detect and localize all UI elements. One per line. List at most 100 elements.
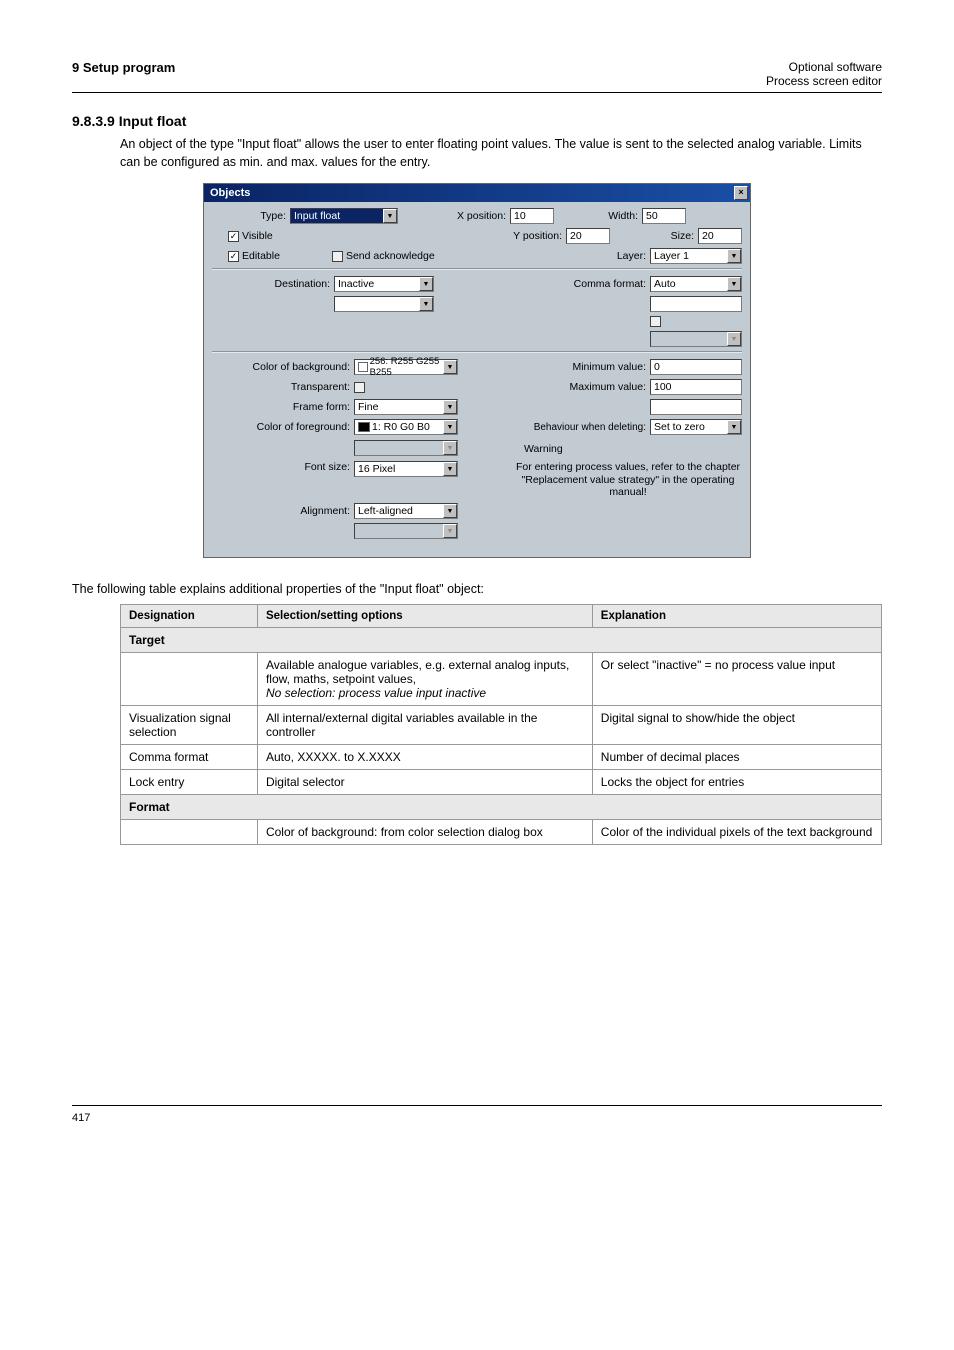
align-value: Left-aligned xyxy=(358,505,413,517)
fontsize-select[interactable]: 16 Pixel ▼ xyxy=(354,461,458,477)
lock-sub-select: ▼ xyxy=(650,331,742,347)
table-section: Target xyxy=(121,628,882,653)
min-value: 0 xyxy=(654,361,660,373)
header-right-bottom: Process screen editor xyxy=(766,74,882,88)
size-input[interactable]: 20 xyxy=(698,228,742,244)
layer-value: Layer 1 xyxy=(654,250,689,262)
xpos-input[interactable]: 10 xyxy=(510,208,554,224)
width-value: 50 xyxy=(646,210,658,222)
comma-value: Auto xyxy=(654,278,676,290)
checkbox-empty-icon xyxy=(332,251,343,262)
visible-label: Visible xyxy=(242,230,273,242)
behavior-value: Set to zero xyxy=(654,421,705,433)
warning-text: For entering process values, refer to th… xyxy=(514,461,742,499)
behavior-select[interactable]: Set to zero ▼ xyxy=(650,419,742,435)
ypos-value: 20 xyxy=(570,230,582,242)
objects-dialog: Objects × Type: Input float ▼ X position… xyxy=(203,183,751,558)
page-number: 417 xyxy=(72,1112,90,1124)
chevron-down-icon: ▼ xyxy=(443,420,457,434)
th-designation: Designation xyxy=(121,605,258,628)
table-cell-selection: Color of background: from color selectio… xyxy=(257,820,592,845)
chevron-down-icon: ▼ xyxy=(383,209,397,223)
chevron-down-icon: ▼ xyxy=(419,277,433,291)
size-label: Size: xyxy=(654,230,694,242)
table-cell-explanation: Digital signal to show/hide the object xyxy=(592,706,881,745)
table-cell-designation: Comma format xyxy=(121,745,258,770)
align-sub-select: ▼ xyxy=(354,523,458,539)
min-label: Minimum value: xyxy=(566,361,646,373)
colorfg-select[interactable]: 1: R0 G0 B0 ▼ xyxy=(354,419,458,435)
transparent-checkbox[interactable] xyxy=(354,382,368,393)
xpos-value: 10 xyxy=(514,210,526,222)
chevron-down-icon: ▼ xyxy=(443,400,457,414)
align-label: Alignment: xyxy=(212,505,350,517)
table-cell-designation: Lock entry xyxy=(121,770,258,795)
chevron-down-icon: ▼ xyxy=(443,360,457,374)
chevron-down-icon: ▼ xyxy=(727,249,741,263)
align-select[interactable]: Left-aligned ▼ xyxy=(354,503,458,519)
close-icon[interactable]: × xyxy=(734,186,748,200)
chevron-down-icon: ▼ xyxy=(727,332,741,346)
max-input[interactable]: 100 xyxy=(650,379,742,395)
table-cell-designation xyxy=(121,653,258,706)
chevron-down-icon: ▼ xyxy=(727,420,741,434)
table-cell-selection: Auto, XXXXX. to X.XXXX xyxy=(257,745,592,770)
checkbox-empty-icon xyxy=(650,316,661,327)
header-right-top: Optional software xyxy=(766,60,882,74)
colorfg-value: 1: R0 G0 B0 xyxy=(372,421,430,433)
xpos-label: X position: xyxy=(450,210,506,222)
colorfg-label: Color of foreground: xyxy=(212,421,350,433)
ypos-label: Y position: xyxy=(506,230,562,242)
size-value: 20 xyxy=(702,230,714,242)
layer-select[interactable]: Layer 1 ▼ xyxy=(650,248,742,264)
table-cell-explanation: Or select "inactive" = no process value … xyxy=(592,653,881,706)
limit-extra-input[interactable] xyxy=(650,399,742,415)
table-cell-explanation: Color of the individual pixels of the te… xyxy=(592,820,881,845)
width-label: Width: xyxy=(598,210,638,222)
colorbg-value: 256: R255 G255 B255 xyxy=(370,356,441,378)
max-label: Maximum value: xyxy=(566,381,646,393)
table-cell-explanation: Locks the object for entries xyxy=(592,770,881,795)
frame-label: Frame form: xyxy=(212,401,350,413)
page-footer: 417 xyxy=(72,1105,882,1124)
fontsize-value: 16 Pixel xyxy=(358,463,395,475)
destination-select[interactable]: Inactive ▼ xyxy=(334,276,434,292)
color-swatch-icon xyxy=(358,362,368,372)
checkbox-empty-icon xyxy=(354,382,365,393)
editable-checkbox[interactable]: ✓ Editable xyxy=(228,250,280,262)
frame-value: Fine xyxy=(358,401,378,413)
max-value: 100 xyxy=(654,381,672,393)
sendack-label: Send acknowledge xyxy=(346,250,435,262)
dialog-titlebar: Objects × xyxy=(204,184,750,202)
chevron-down-icon: ▼ xyxy=(443,524,457,538)
section-intro: An object of the type "Input float" allo… xyxy=(120,135,882,171)
type-select[interactable]: Input float ▼ xyxy=(290,208,398,224)
table-cell-designation xyxy=(121,820,258,845)
lock-checkbox[interactable] xyxy=(650,316,664,327)
th-explanation: Explanation xyxy=(592,605,881,628)
comma-select[interactable]: Auto ▼ xyxy=(650,276,742,292)
fontsize-label: Font size: xyxy=(212,461,350,473)
type-value: Input float xyxy=(294,210,340,222)
chevron-down-icon: ▼ xyxy=(419,297,433,311)
chevron-down-icon: ▼ xyxy=(443,504,457,518)
width-input[interactable]: 50 xyxy=(642,208,686,224)
colorbg-select[interactable]: 256: R255 G255 B255 ▼ xyxy=(354,359,458,375)
chevron-down-icon: ▼ xyxy=(443,462,457,476)
dest-sub-select[interactable]: ▼ xyxy=(334,296,434,312)
frame-select[interactable]: Fine ▼ xyxy=(354,399,458,415)
warning-heading: Warning xyxy=(524,443,742,455)
destination-label: Destination: xyxy=(212,278,330,290)
transparent-label: Transparent: xyxy=(212,381,350,393)
table-cell-designation: Visualization signal selection xyxy=(121,706,258,745)
sendack-checkbox[interactable]: Send acknowledge xyxy=(332,250,435,262)
ypos-input[interactable]: 20 xyxy=(566,228,610,244)
header-right: Optional software Process screen editor xyxy=(766,60,882,88)
comma-label: Comma format: xyxy=(564,278,646,290)
comma-sub-field[interactable] xyxy=(650,296,742,312)
min-input[interactable]: 0 xyxy=(650,359,742,375)
check-icon: ✓ xyxy=(228,251,239,262)
section-heading: 9.8.3.9 Input float xyxy=(72,113,882,129)
visible-checkbox[interactable]: ✓ Visible xyxy=(228,230,273,242)
check-icon: ✓ xyxy=(228,231,239,242)
